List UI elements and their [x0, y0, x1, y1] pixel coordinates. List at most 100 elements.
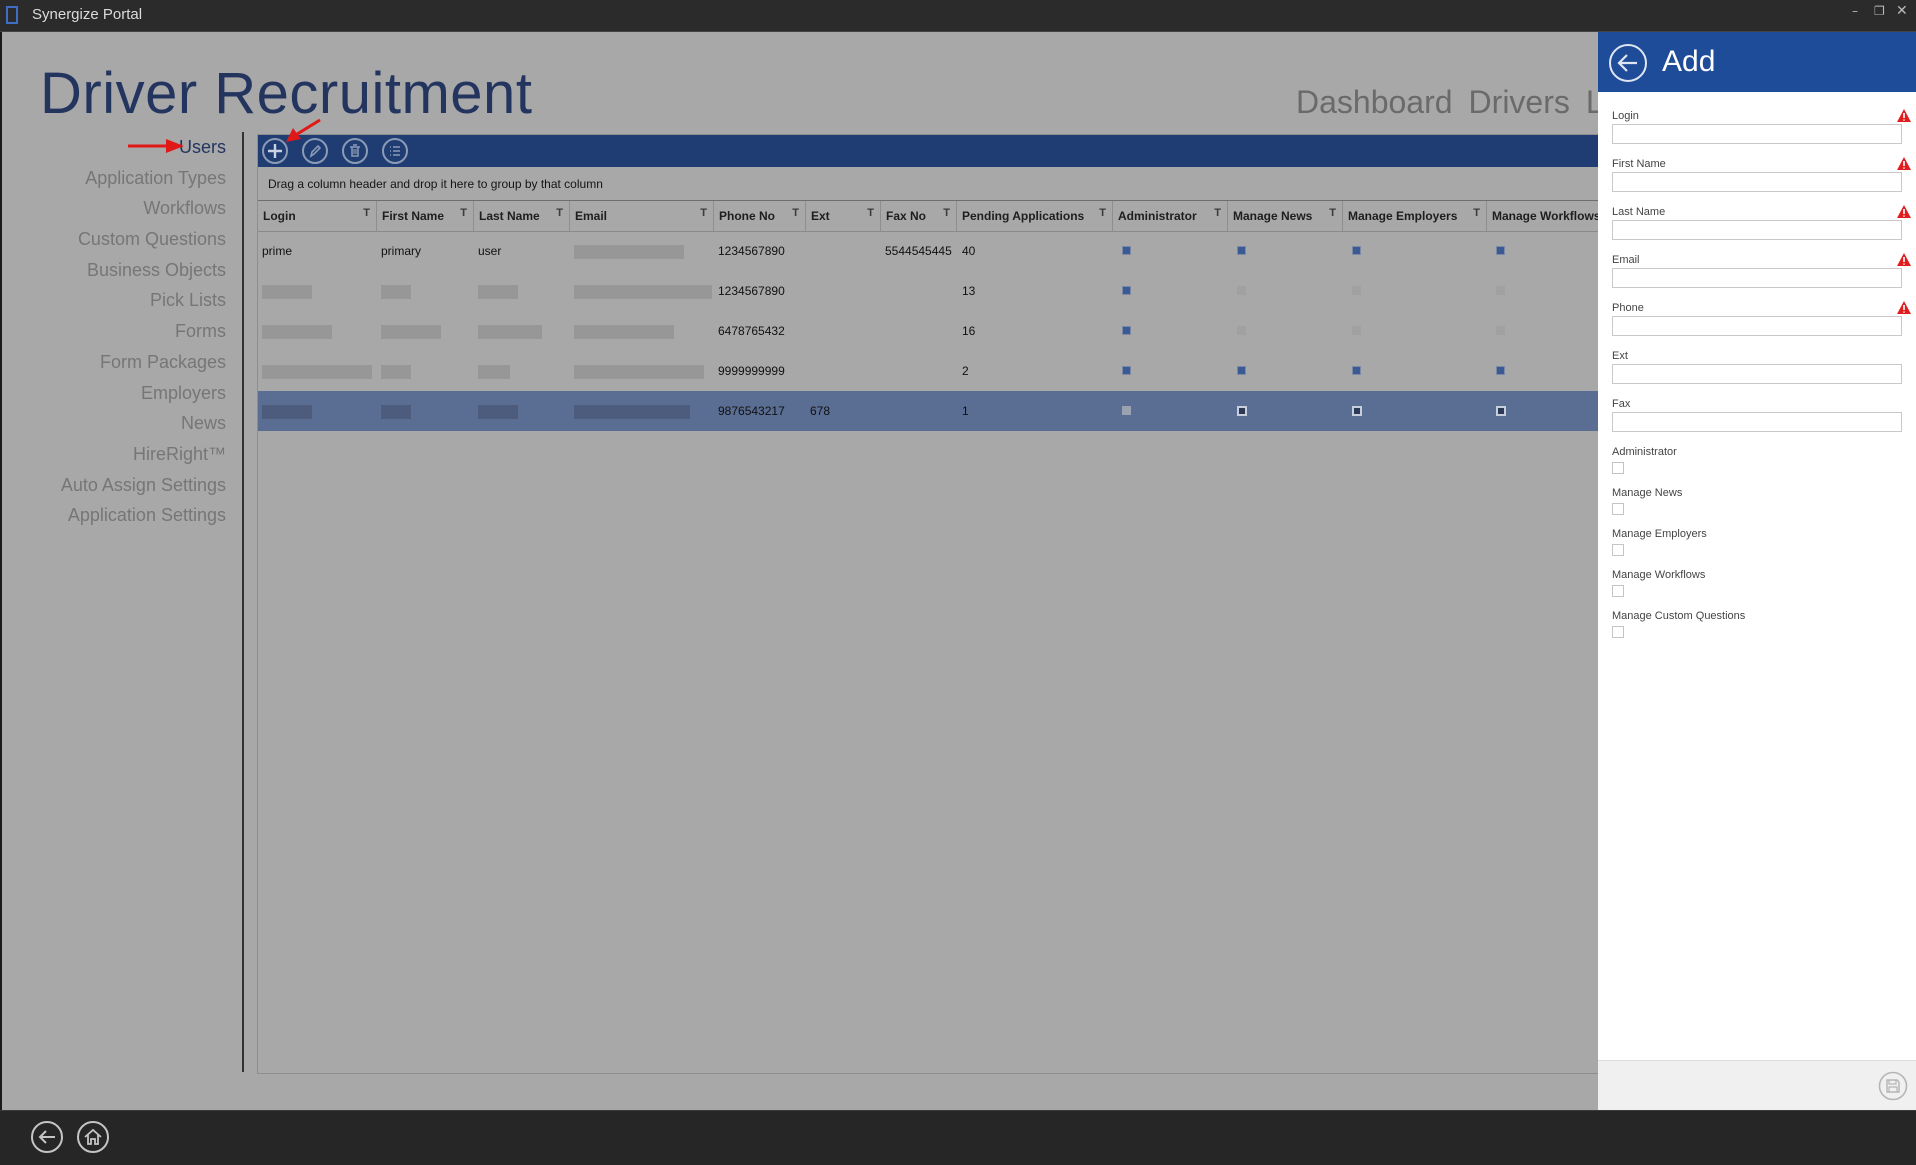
sidebar-item-custom-questions[interactable]: Custom Questions — [61, 224, 226, 255]
manage-employers-checkbox[interactable] — [1352, 406, 1362, 416]
close-icon[interactable]: ✕ — [1896, 3, 1908, 19]
column-header-email[interactable]: Email T — [570, 201, 714, 231]
manage-news-checkbox[interactable] — [1612, 503, 1624, 515]
manage-employers-checkbox[interactable] — [1612, 544, 1624, 556]
redacted-email — [574, 405, 690, 419]
administrator-checkbox[interactable] — [1122, 406, 1131, 415]
redacted-login — [262, 365, 372, 379]
field-label: Last Name — [1612, 206, 1666, 218]
list-view-button[interactable] — [382, 138, 408, 164]
column-header-last-name[interactable]: Last Name T — [474, 201, 570, 231]
manage-news-checkbox[interactable] — [1237, 246, 1246, 255]
sidebar-item-workflows[interactable]: Workflows — [61, 193, 226, 224]
fax-input[interactable] — [1612, 412, 1902, 432]
filter-icon[interactable]: T — [556, 207, 563, 219]
list-icon — [390, 146, 400, 156]
sidebar-item-employers[interactable]: Employers — [61, 378, 226, 409]
topnav-drivers[interactable]: Drivers — [1469, 84, 1570, 120]
sidebar-item-application-settings[interactable]: Application Settings — [61, 500, 226, 531]
manage-workflows-checkbox[interactable] — [1496, 366, 1505, 375]
manage-workflows-checkbox[interactable] — [1496, 406, 1506, 416]
column-header-ext[interactable]: Ext T — [806, 201, 881, 231]
manage-workflows-checkbox[interactable] — [1612, 585, 1624, 597]
filter-icon[interactable]: T — [460, 207, 467, 219]
edit-user-button[interactable] — [302, 138, 328, 164]
email-input[interactable] — [1612, 268, 1902, 288]
administrator-checkbox[interactable] — [1122, 326, 1131, 335]
app-back-button[interactable] — [30, 1120, 64, 1154]
home-button[interactable] — [76, 1120, 110, 1154]
restore-icon[interactable]: ❐ — [1874, 4, 1885, 18]
manage-news-checkbox[interactable] — [1237, 366, 1246, 375]
column-header-manage-news[interactable]: Manage News T — [1228, 201, 1343, 231]
administrator-checkbox[interactable] — [1612, 462, 1624, 474]
column-header-fax-no[interactable]: Fax No T — [881, 201, 957, 231]
field-label: Phone — [1612, 302, 1644, 314]
administrator-checkbox[interactable] — [1122, 286, 1131, 295]
cell-phone: 1234567890 — [718, 284, 785, 298]
filter-icon[interactable]: T — [1099, 207, 1106, 219]
column-header-administrator[interactable]: Administrator T — [1113, 201, 1228, 231]
column-header-phone-no[interactable]: Phone No T — [714, 201, 806, 231]
table-row[interactable]: 6478765432 16 — [258, 311, 1599, 351]
last-name-input[interactable] — [1612, 220, 1902, 240]
filter-icon[interactable]: T — [363, 207, 370, 219]
column-header-manage-employers[interactable]: Manage Employers T — [1343, 201, 1487, 231]
cell-pending: 1 — [962, 404, 969, 418]
table-row-selected[interactable]: 9876543217 678 1 — [258, 391, 1599, 431]
manage-custom-questions-checkbox[interactable] — [1612, 626, 1624, 638]
phone-input[interactable] — [1612, 316, 1902, 336]
minimize-icon[interactable]: – — [1852, 4, 1858, 18]
manage-employers-checkbox[interactable] — [1352, 286, 1361, 295]
sidebar-item-pick-lists[interactable]: Pick Lists — [61, 285, 226, 316]
sidebar-item-hireright[interactable]: HireRight™ — [61, 439, 226, 470]
column-header-pending-applications[interactable]: Pending Applications T — [957, 201, 1113, 231]
redacted-first-name — [381, 405, 411, 419]
ext-field: Ext — [1612, 350, 1902, 384]
sidebar-item-auto-assign-settings[interactable]: Auto Assign Settings — [61, 470, 226, 501]
administrator-checkbox[interactable] — [1122, 246, 1131, 255]
sidebar-item-application-types[interactable]: Application Types — [61, 163, 226, 194]
checkbox-label: Manage Custom Questions — [1612, 610, 1746, 622]
administrator-checkbox[interactable] — [1122, 366, 1131, 375]
manage-news-checkbox[interactable] — [1237, 326, 1246, 335]
manage-employers-checkbox[interactable] — [1352, 246, 1361, 255]
manage-workflows-option: Manage Workflows — [1612, 569, 1705, 597]
field-label: Ext — [1612, 350, 1628, 362]
column-header-manage-workflows[interactable]: Manage Workflows — [1487, 201, 1599, 231]
delete-user-button[interactable] — [342, 138, 368, 164]
filter-icon[interactable]: T — [1214, 207, 1221, 219]
first-name-input[interactable] — [1612, 172, 1902, 192]
add-user-button[interactable] — [262, 138, 288, 164]
users-grid: Drag a column header and drop it here to… — [257, 134, 1600, 1074]
manage-news-checkbox[interactable] — [1237, 286, 1246, 295]
ext-input[interactable] — [1612, 364, 1902, 384]
sidebar-item-business-objects[interactable]: Business Objects — [61, 255, 226, 286]
filter-icon[interactable]: T — [700, 207, 707, 219]
panel-header: Add — [1598, 32, 1916, 92]
manage-employers-checkbox[interactable] — [1352, 366, 1361, 375]
column-header-login[interactable]: Login T — [258, 201, 377, 231]
sidebar-item-news[interactable]: News — [61, 408, 226, 439]
filter-icon[interactable]: T — [1329, 207, 1336, 219]
filter-icon[interactable]: T — [1473, 207, 1480, 219]
table-row[interactable]: prime primary user 1234567890 5544545445… — [258, 231, 1599, 271]
manage-workflows-checkbox[interactable] — [1496, 326, 1505, 335]
filter-icon[interactable]: T — [943, 207, 950, 219]
manage-news-checkbox[interactable] — [1237, 406, 1247, 416]
manage-workflows-checkbox[interactable] — [1496, 246, 1505, 255]
table-row[interactable]: 9999999999 2 — [258, 351, 1599, 391]
sidebar-item-form-packages[interactable]: Form Packages — [61, 347, 226, 378]
filter-icon[interactable]: T — [867, 207, 874, 219]
topnav-dashboard[interactable]: Dashboard — [1296, 84, 1453, 120]
panel-back-button[interactable] — [1608, 43, 1648, 83]
manage-employers-checkbox[interactable] — [1352, 326, 1361, 335]
login-input[interactable] — [1612, 124, 1902, 144]
filter-icon[interactable]: T — [792, 207, 799, 219]
column-header-first-name[interactable]: First Name T — [377, 201, 474, 231]
manage-workflows-checkbox[interactable] — [1496, 286, 1505, 295]
sidebar-item-users[interactable]: Users — [61, 132, 226, 163]
table-row[interactable]: 1234567890 13 — [258, 271, 1599, 311]
save-button[interactable] — [1878, 1071, 1908, 1101]
sidebar-item-forms[interactable]: Forms — [61, 316, 226, 347]
